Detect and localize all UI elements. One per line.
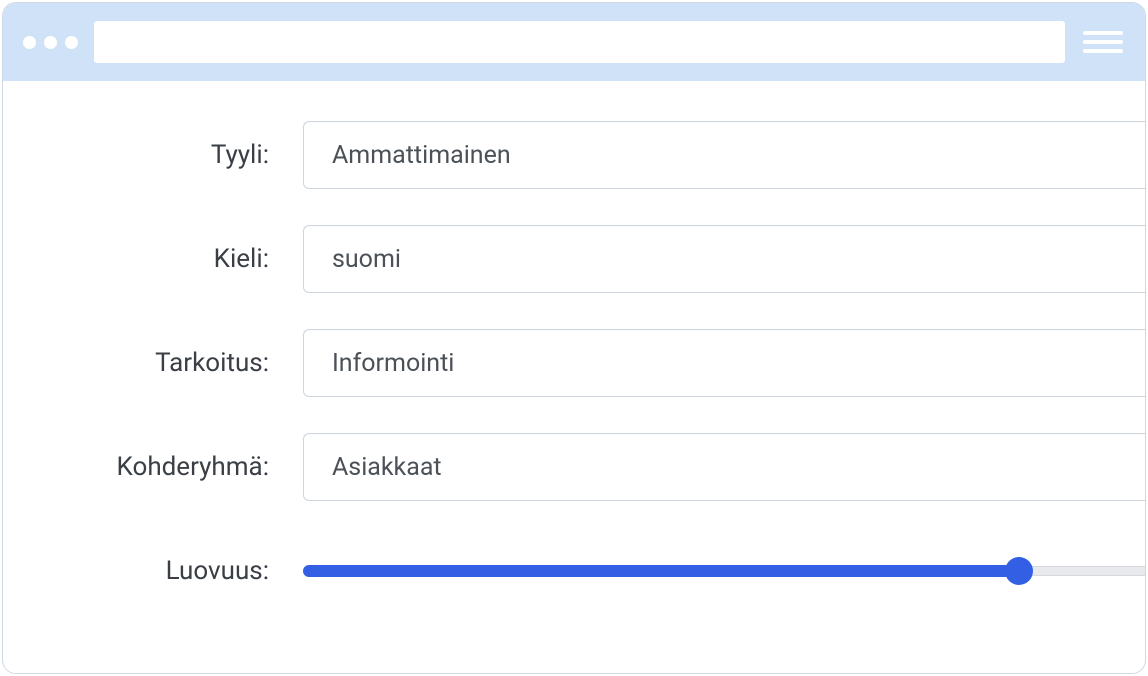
window-dot[interactable] (44, 36, 57, 49)
purpose-label: Tarkoitus: (3, 348, 303, 378)
creativity-label: Luovuus: (3, 556, 303, 586)
form-content: Tyyli: Ammattimainen Kieli: suomi Tarkoi… (3, 81, 1145, 605)
language-input[interactable]: suomi (303, 225, 1145, 293)
style-row: Tyyli: Ammattimainen (3, 121, 1145, 189)
slider-thumb[interactable] (1005, 557, 1033, 585)
window-dot[interactable] (23, 36, 36, 49)
language-label: Kieli: (3, 244, 303, 274)
purpose-row: Tarkoitus: Informointi (3, 329, 1145, 397)
style-label: Tyyli: (3, 140, 303, 170)
menu-icon[interactable] (1081, 27, 1125, 57)
slider-fill (303, 565, 1019, 577)
style-input[interactable]: Ammattimainen (303, 121, 1145, 189)
window-dot[interactable] (65, 36, 78, 49)
language-row: Kieli: suomi (3, 225, 1145, 293)
creativity-row: Luovuus: (3, 537, 1145, 605)
address-bar[interactable] (94, 21, 1065, 63)
app-window: Tyyli: Ammattimainen Kieli: suomi Tarkoi… (2, 2, 1146, 674)
audience-label: Kohderyhmä: (3, 452, 303, 482)
creativity-slider[interactable] (303, 537, 1145, 605)
audience-row: Kohderyhmä: Asiakkaat (3, 433, 1145, 501)
audience-input[interactable]: Asiakkaat (303, 433, 1145, 501)
titlebar (3, 3, 1145, 81)
window-controls (23, 36, 78, 49)
purpose-input[interactable]: Informointi (303, 329, 1145, 397)
